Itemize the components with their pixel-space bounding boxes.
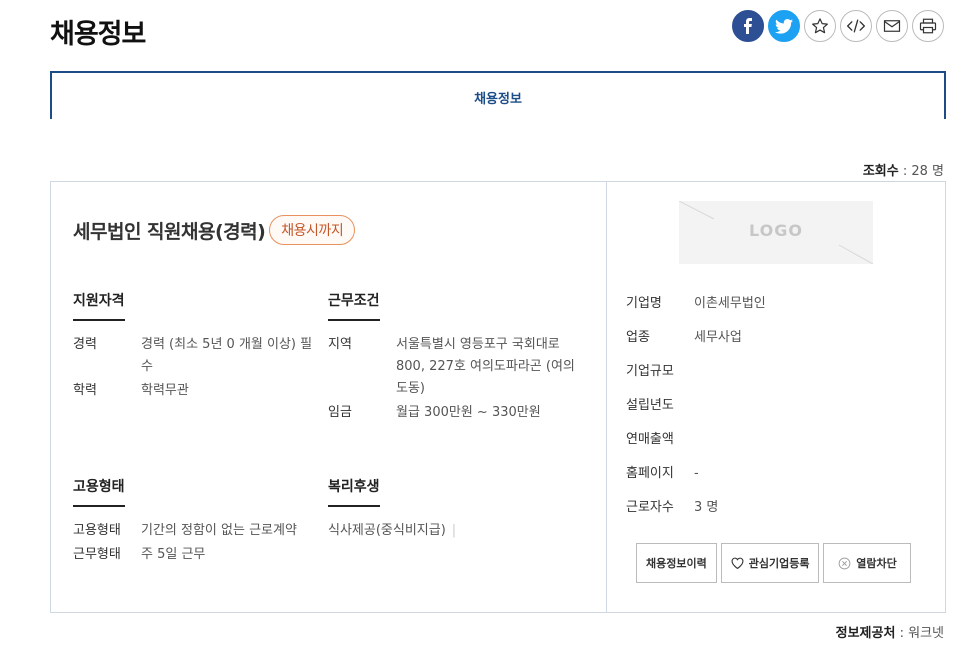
mail-icon <box>883 20 901 32</box>
company-actions: 채용정보이력 관심기업등록 열람차단 <box>636 543 912 583</box>
company-row: 연매출액 <box>626 429 766 463</box>
section-title: 지원자격 <box>73 290 125 321</box>
block-icon <box>838 557 851 569</box>
row-key: 홈페이지 <box>626 466 674 481</box>
job-title: 세무법인 직원채용(경력) 채용시까지 <box>73 215 356 245</box>
heart-icon <box>731 557 744 569</box>
conditions-section: 근무조건 지역 서울특별시 영등포구 국회대로 800, 227호 여의도파라곤… <box>328 290 593 426</box>
condition-row: 임금 월급 300만원 ~ 330만원 <box>328 402 593 424</box>
qualification-row: 경력 경력 (최소 5년 0 개월 이상) 필수 <box>73 334 313 378</box>
row-key: 설립년도 <box>626 398 674 413</box>
facebook-share-button[interactable] <box>732 10 764 42</box>
embed-button[interactable] <box>840 10 872 42</box>
share-bar <box>732 10 944 42</box>
row-value: 이촌세무법인 <box>694 296 766 311</box>
company-row: 기업규모 <box>626 361 766 395</box>
logo-placeholder-text: LOGO <box>749 221 803 240</box>
qualifications-section: 지원자격 경력 경력 (최소 5년 0 개월 이상) 필수 학력 학력무관 <box>73 290 313 404</box>
benefits-section: 복리후생 식사제공(중식비지급) | <box>328 476 593 544</box>
row-key: 근로자수 <box>626 500 674 515</box>
job-history-button[interactable]: 채용정보이력 <box>636 543 717 583</box>
qualification-row: 학력 학력무관 <box>73 380 313 402</box>
page-title: 채용정보 <box>50 19 146 50</box>
row-value: 세무사업 <box>694 330 742 345</box>
employment-section: 고용형태 고용형태 기간의 정함이 없는 근로계약 근무형태 주 5일 근무 <box>73 476 333 568</box>
row-value: 서울특별시 영등포구 국회대로 800, 227호 여의도파라곤 (여의도동) <box>396 337 575 396</box>
employment-row: 근무형태 주 5일 근무 <box>73 544 333 566</box>
deadline-badge: 채용시까지 <box>269 215 356 245</box>
facebook-icon <box>744 18 752 34</box>
row-value: 3 명 <box>694 500 719 515</box>
row-value: - <box>694 466 699 481</box>
info-source-label: 정보제공처 <box>835 626 896 641</box>
row-key: 근무형태 <box>73 547 121 562</box>
favorite-button[interactable] <box>804 10 836 42</box>
row-value: 주 5일 근무 <box>141 547 206 562</box>
block-view-button[interactable]: 열람차단 <box>823 543 912 583</box>
add-interest-button[interactable]: 관심기업등록 <box>720 543 820 583</box>
info-source: 정보제공처 : 워크넷 <box>836 622 944 641</box>
section-title: 근무조건 <box>328 290 380 321</box>
job-title-text: 세무법인 직원채용(경력) <box>73 220 266 243</box>
view-count-label: 조회수 <box>862 164 899 179</box>
row-key: 기업명 <box>626 296 662 311</box>
view-count-value: : 28 명 <box>902 164 944 179</box>
employment-row: 고용형태 기간의 정함이 없는 근로계약 <box>73 520 333 542</box>
twitter-icon <box>775 18 793 34</box>
benefit-row: 식사제공(중식비지급) | <box>328 520 593 542</box>
company-panel: LOGO 기업명 이촌세무법인 업종 세무사업 기업규모 설립년도 연매출액 홈페이… <box>608 182 945 612</box>
company-row: 홈페이지 - <box>626 463 766 497</box>
company-row: 근로자수 3 명 <box>626 497 766 531</box>
job-info-box: 세무법인 직원채용(경력) 채용시까지 지원자격 경력 경력 (최소 5년 0 … <box>50 181 946 613</box>
row-key: 고용형태 <box>73 523 121 538</box>
benefit-value: 식사제공(중식비지급) <box>328 523 446 538</box>
row-key: 기업규모 <box>626 364 674 379</box>
company-row: 기업명 이촌세무법인 <box>626 293 766 327</box>
row-key: 경력 <box>73 337 97 352</box>
row-value: 기간의 정함이 없는 근로계약 <box>141 523 297 538</box>
row-key: 지역 <box>328 337 352 352</box>
job-detail-panel: 세무법인 직원채용(경력) 채용시까지 지원자격 경력 경력 (최소 5년 0 … <box>51 182 607 612</box>
company-row: 업종 세무사업 <box>626 327 766 361</box>
condition-row: 지역 서울특별시 영등포구 국회대로 800, 227호 여의도파라곤 (여의도… <box>328 334 593 400</box>
job-history-label: 채용정보이력 <box>646 557 707 570</box>
company-logo: LOGO <box>679 201 873 264</box>
row-value: 학력무관 <box>141 383 189 398</box>
company-row: 설립년도 <box>626 395 766 429</box>
email-share-button[interactable] <box>876 10 908 42</box>
tab-job-info[interactable]: 채용정보 <box>52 88 944 107</box>
printer-icon <box>919 18 937 34</box>
section-title: 고용형태 <box>73 476 125 507</box>
twitter-share-button[interactable] <box>768 10 800 42</box>
section-title: 복리후생 <box>328 476 380 507</box>
row-value: 경력 (최소 5년 0 개월 이상) 필수 <box>141 337 313 374</box>
info-source-value: : 워크넷 <box>899 626 944 641</box>
tab-bar: 채용정보 <box>50 71 946 119</box>
star-icon <box>812 18 828 34</box>
row-key: 연매출액 <box>626 432 674 447</box>
code-icon <box>847 19 865 33</box>
row-key: 임금 <box>328 405 352 420</box>
row-key: 학력 <box>73 383 97 398</box>
company-info-list: 기업명 이촌세무법인 업종 세무사업 기업규모 설립년도 연매출액 홈페이지 - 근로… <box>626 293 766 531</box>
benefit-separator: | <box>451 523 457 538</box>
view-count: 조회수 : 28 명 <box>863 160 944 179</box>
row-value: 월급 300만원 ~ 330만원 <box>396 405 541 420</box>
add-interest-label: 관심기업등록 <box>748 557 810 570</box>
print-button[interactable] <box>912 10 944 42</box>
row-key: 업종 <box>626 330 650 345</box>
block-view-label: 열람차단 <box>856 557 897 570</box>
